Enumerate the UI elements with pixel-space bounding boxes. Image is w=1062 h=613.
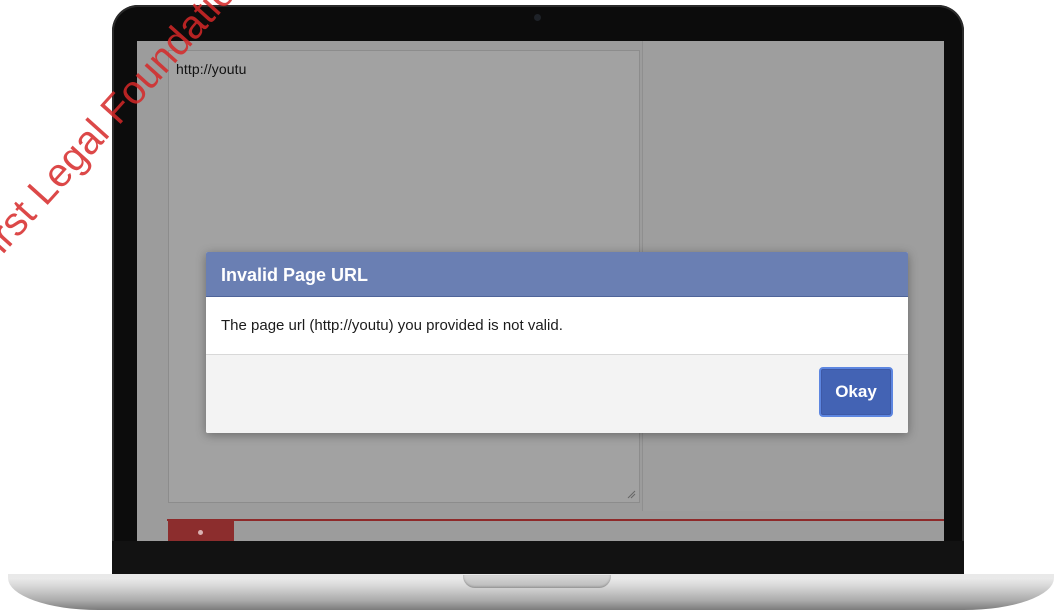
red-divider xyxy=(167,519,944,521)
dialog-body: The page url (http://youtu) you provided… xyxy=(206,297,908,355)
dialog-footer: Okay xyxy=(206,355,908,433)
screen: http://youtu Invalid Page URL The page u… xyxy=(137,41,944,541)
dialog-title: Invalid Page URL xyxy=(221,265,369,285)
camera-dot xyxy=(534,14,541,21)
okay-button[interactable]: Okay xyxy=(819,367,893,417)
laptop-notch xyxy=(463,575,611,588)
dialog-message: The page url (http://youtu) you provided… xyxy=(221,317,563,334)
laptop-chin xyxy=(112,541,964,577)
resize-handle-icon[interactable] xyxy=(626,489,636,499)
dialog-header: Invalid Page URL xyxy=(206,252,908,297)
action-icon xyxy=(198,530,203,535)
invalid-url-dialog: Invalid Page URL The page url (http://yo… xyxy=(206,252,908,433)
red-action-button[interactable] xyxy=(168,520,234,541)
